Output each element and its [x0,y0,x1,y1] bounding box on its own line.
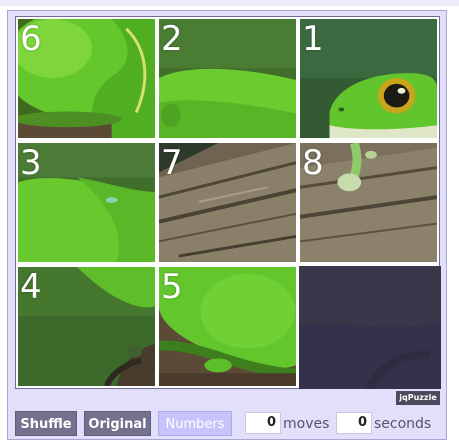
top-strip [0,0,459,6]
moves-counter: 0 [245,412,281,434]
tile-number: 4 [20,267,42,307]
original-button[interactable]: Original [84,411,151,436]
tile-number: 2 [161,19,183,59]
seconds-counter: 0 [336,412,372,434]
numbers-button[interactable]: Numbers [158,411,232,436]
shuffle-button[interactable]: Shuffle [15,411,77,436]
tile-number: 6 [20,19,42,59]
tile-number: 7 [161,143,183,183]
tile-2[interactable]: 2 [158,18,297,139]
jqpuzzle-brand[interactable]: jqPuzzle [396,391,440,405]
tile-6[interactable]: 6 [17,18,156,139]
tile-8[interactable]: 8 [299,142,438,263]
empty-slot [299,266,441,389]
tile-number: 5 [161,267,183,307]
tile-7[interactable]: 7 [158,142,297,263]
tile-number: 1 [302,19,324,59]
moves-label: moves [283,416,330,432]
tile-3[interactable]: 3 [17,142,156,263]
empty-slot-image [299,266,441,389]
seconds-label: seconds [374,416,432,432]
tile-4[interactable]: 4 [17,266,156,387]
tile-number: 8 [302,143,324,183]
tile-5[interactable]: 5 [158,266,297,387]
puzzle-board: 6 2 1 3 7 8 4 5 [15,16,441,389]
tile-1[interactable]: 1 [299,18,438,139]
tile-number: 3 [20,143,42,183]
